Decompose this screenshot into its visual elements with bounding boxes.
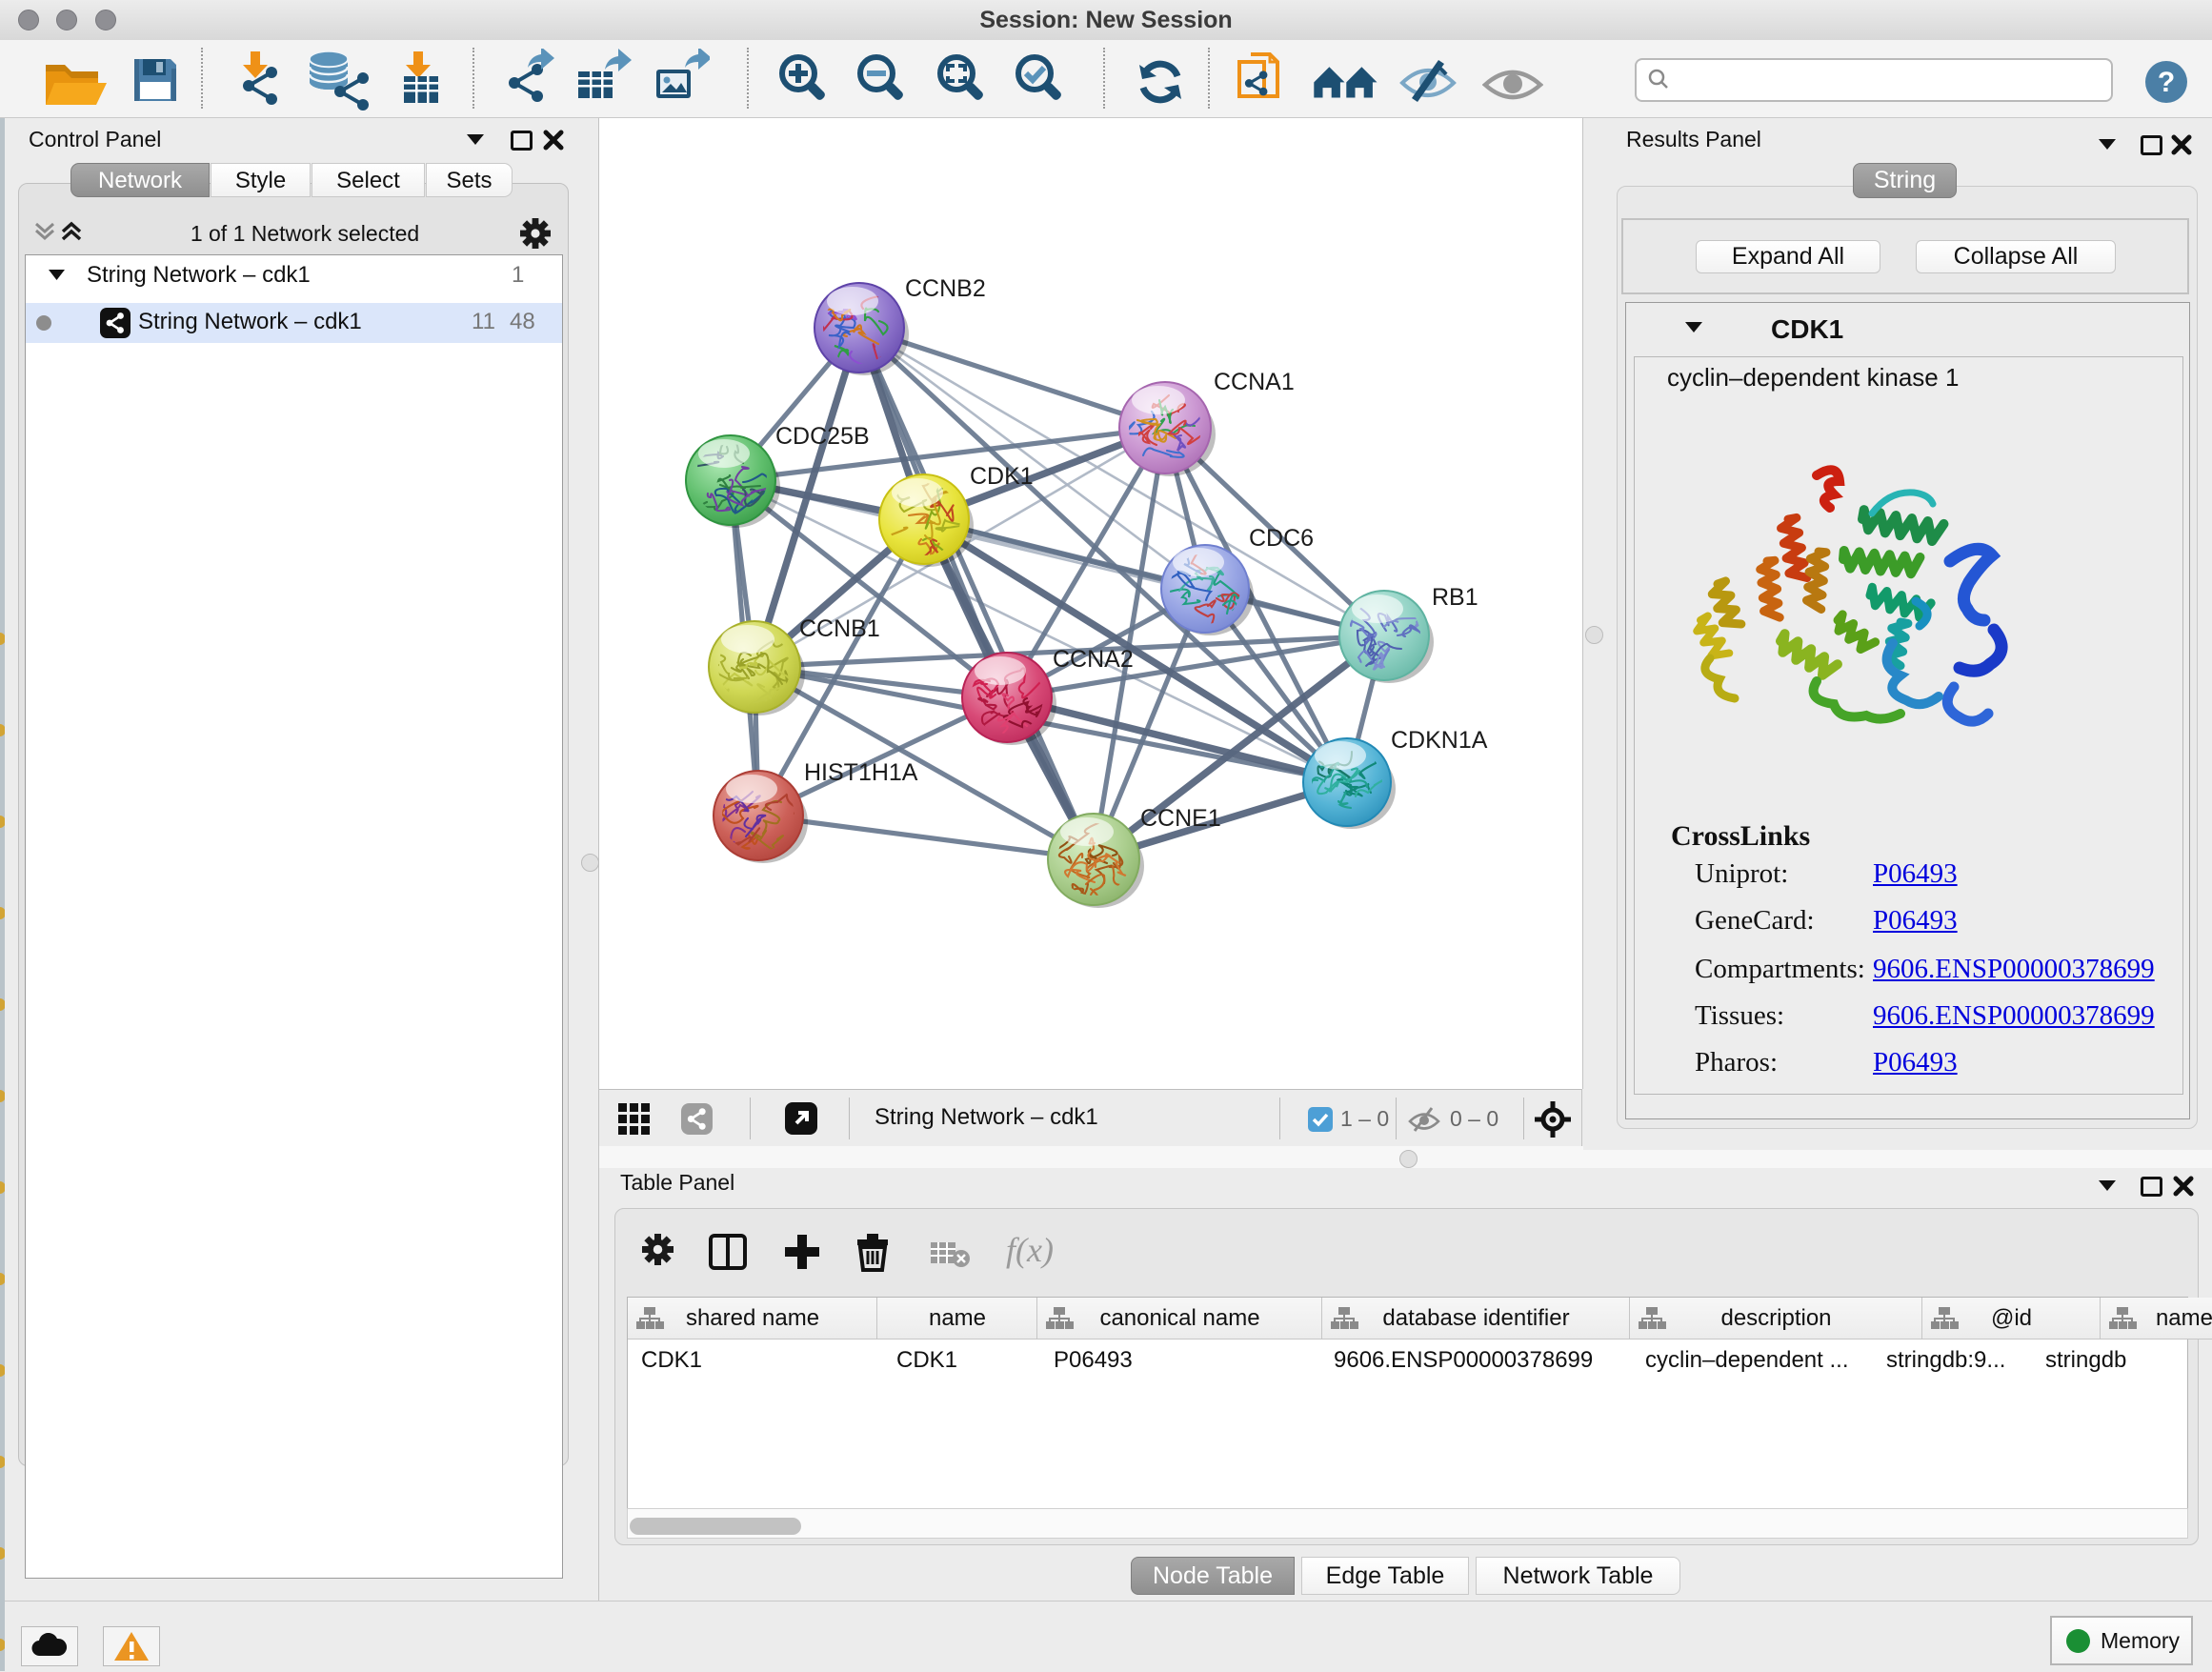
svg-text:HIST1H1A: HIST1H1A <box>804 759 918 786</box>
svg-text:CCNA2: CCNA2 <box>1053 646 1134 673</box>
svg-text:?: ? <box>2158 67 2175 98</box>
svg-text:RB1: RB1 <box>1432 584 1478 611</box>
svg-text:CDKN1A: CDKN1A <box>1391 727 1488 754</box>
svg-text:CCNB1: CCNB1 <box>799 615 880 642</box>
svg-text:CCNA1: CCNA1 <box>1214 369 1295 395</box>
svg-text:CDC25B: CDC25B <box>775 423 870 450</box>
svg-text:CCNE1: CCNE1 <box>1140 805 1221 832</box>
svg-text:CDK1: CDK1 <box>970 463 1034 490</box>
svg-text:CDC6: CDC6 <box>1249 525 1314 552</box>
svg-text:CCNB2: CCNB2 <box>905 275 986 302</box>
